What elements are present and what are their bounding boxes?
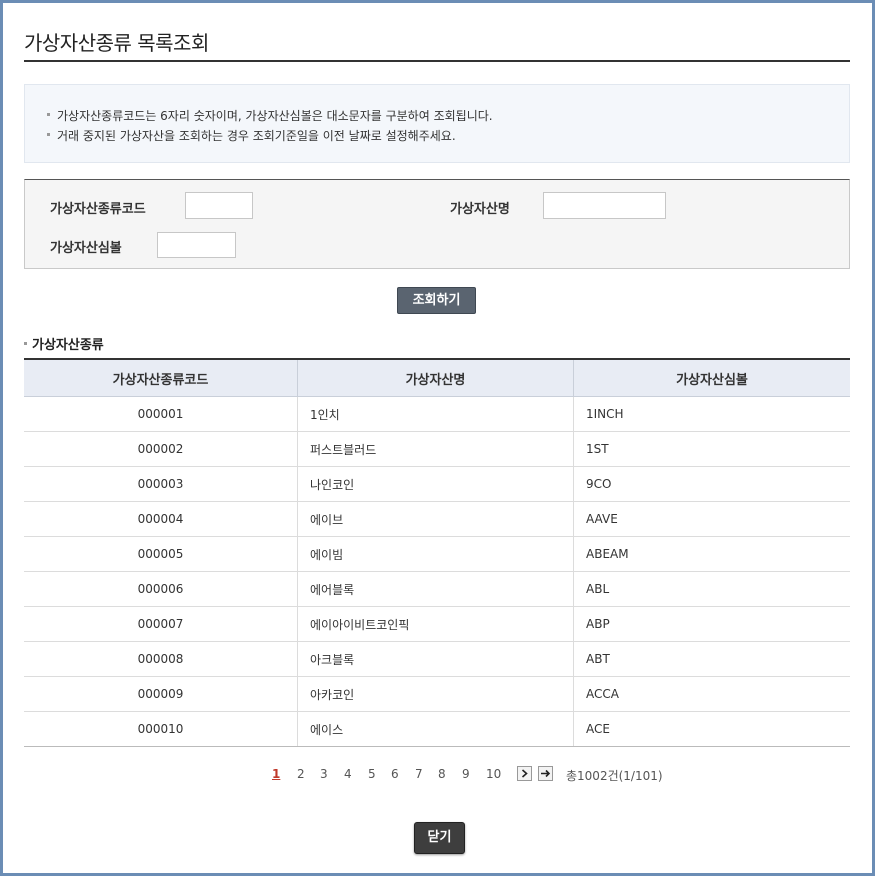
chevron-right-icon[interactable] [517,766,532,781]
cell-name: 아카코인 [297,676,574,712]
section-title-text: 가상자산종류 [32,338,104,353]
cell-name: 에이아이비트코인픽 [297,606,574,642]
page-link-8[interactable]: 8 [438,767,446,781]
code-label: 가상자산종류코드 [50,202,146,217]
cell-symbol: ABP [573,606,850,642]
cell-symbol: AAVE [573,501,850,537]
page-link-1[interactable]: 1 [272,767,280,781]
cell-symbol: 9CO [573,466,850,502]
page-link-5[interactable]: 5 [368,767,376,781]
page-link-4[interactable]: 4 [344,767,352,781]
page-link-9[interactable]: 9 [462,767,470,781]
table-row: 000010 에이스 ACE [24,711,850,747]
cell-code: 000003 [24,466,298,502]
cell-symbol: ABT [573,641,850,677]
cell-name: 에이브 [297,501,574,537]
notice-line-2: 거래 중지된 가상자산을 조회하는 경우 조회기준일을 이전 날짜로 설정해주세… [47,127,456,144]
cell-name: 퍼스트블러드 [297,431,574,467]
bullet-icon [24,342,27,345]
pagination: 1 2 3 4 5 6 7 8 9 10 총1002건(1/101) [0,765,875,785]
arrow-right-icon[interactable] [538,766,553,781]
cell-code: 000007 [24,606,298,642]
name-input[interactable] [543,192,666,219]
search-button[interactable]: 조회하기 [397,287,476,314]
cell-name: 아크블록 [297,641,574,677]
table-row: 000004 에이브 AAVE [24,501,850,537]
cell-name: 에이빔 [297,536,574,572]
cell-name: 에어블록 [297,571,574,607]
cell-name: 1인치 [297,396,574,432]
search-form: 가상자산종류코드 가상자산명 가상자산심볼 [24,179,850,269]
total-count: 총1002건(1/101) [566,769,663,783]
page-link-3[interactable]: 3 [320,767,328,781]
cell-code: 000009 [24,676,298,712]
table-row: 000007 에이아이비트코인픽 ABP [24,606,850,642]
page-link-2[interactable]: 2 [297,767,305,781]
column-header-name: 가상자산명 [297,358,574,397]
cell-symbol: ACE [573,711,850,747]
cell-code: 000008 [24,641,298,677]
cell-symbol: 1INCH [573,396,850,432]
page-link-7[interactable]: 7 [415,767,423,781]
cell-symbol: ACCA [573,676,850,712]
cell-name: 나인코인 [297,466,574,502]
symbol-input[interactable] [157,232,236,258]
column-header-code: 가상자산종류코드 [24,358,298,397]
table-row: 000001 1인치 1INCH [24,396,850,432]
cell-symbol: 1ST [573,431,850,467]
cell-symbol: ABL [573,571,850,607]
asset-table: 가상자산종류코드 가상자산명 가상자산심볼 000001 1인치 1INCH 000… [24,358,850,747]
close-button[interactable]: 닫기 [414,822,465,854]
page-link-10[interactable]: 10 [486,767,501,781]
symbol-label: 가상자산심볼 [50,241,122,256]
section-title: 가상자산종류 [24,334,104,353]
table-row: 000009 아카코인 ACCA [24,676,850,712]
cell-symbol: ABEAM [573,536,850,572]
table-row: 000008 아크블록 ABT [24,641,850,677]
page-link-6[interactable]: 6 [391,767,399,781]
cell-code: 000006 [24,571,298,607]
notice-line-1: 가상자산종류코드는 6자리 숫자이며, 가상자산심볼은 대소문자를 구분하여 조… [47,107,493,124]
page-title: 가상자산종류 목록조회 [24,31,209,55]
table-row: 000002 퍼스트블러드 1ST [24,431,850,467]
cell-code: 000002 [24,431,298,467]
table-row: 000005 에이빔 ABEAM [24,536,850,572]
notice-box: 가상자산종류코드는 6자리 숫자이며, 가상자산심볼은 대소문자를 구분하여 조… [24,84,850,163]
table-header-row: 가상자산종류코드 가상자산명 가상자산심볼 [24,358,850,397]
cell-code: 000001 [24,396,298,432]
table-row: 000006 에어블록 ABL [24,571,850,607]
column-header-symbol: 가상자산심볼 [573,358,850,397]
title-divider [24,60,850,62]
cell-code: 000005 [24,536,298,572]
cell-name: 에이스 [297,711,574,747]
cell-code: 000010 [24,711,298,747]
name-label: 가상자산명 [450,202,510,217]
cell-code: 000004 [24,501,298,537]
table-row: 000003 나인코인 9CO [24,466,850,502]
code-input[interactable] [185,192,253,219]
